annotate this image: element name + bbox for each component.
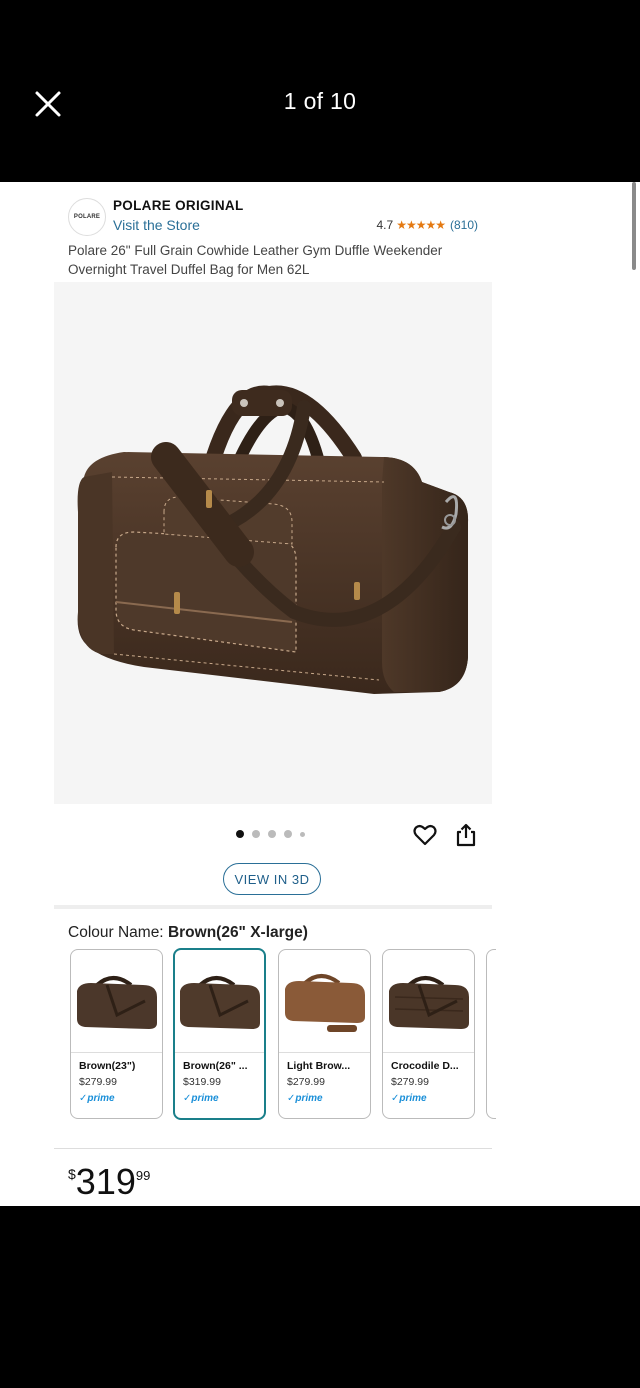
duffel-bag-illustration [77, 385, 469, 694]
prime-badge: ✓prime [79, 1093, 115, 1104]
heart-icon[interactable] [412, 822, 438, 848]
carousel-dot[interactable] [236, 830, 244, 838]
view-in-3d-button[interactable]: VIEW IN 3D [223, 863, 321, 895]
review-count[interactable]: (810) [450, 218, 478, 232]
swatch-thumbnail [279, 950, 370, 1053]
price-whole: 319 [75, 1161, 136, 1202]
rating[interactable]: 4.7 ★★★★★ (810) [377, 218, 479, 232]
colour-option-name: Light Brow... [287, 1060, 351, 1072]
swatch-thumbnail [383, 950, 474, 1053]
brand-name: POLARE ORIGINAL [113, 198, 244, 213]
visit-store-link[interactable]: Visit the Store [113, 217, 200, 233]
price-symbol: $ [68, 1166, 76, 1182]
section-divider [54, 1148, 492, 1149]
rating-value: 4.7 [376, 218, 394, 232]
carousel-dots[interactable] [236, 830, 305, 838]
colour-option[interactable]: Brown(23") $279.99 ✓prime [70, 949, 163, 1119]
colour-name-label: Colour Name: Brown(26" X-large) [68, 924, 308, 941]
selected-colour: Brown(26" X-large) [167, 924, 308, 941]
colour-option-name: Brown(26" ... [183, 1060, 248, 1072]
carousel-dot[interactable] [300, 831, 305, 837]
colour-option[interactable]: Crocodile D... $279.99 ✓prime [382, 949, 475, 1119]
product-screenshot: POLARE POLARE ORIGINAL Visit the Store 4… [0, 182, 640, 1206]
scrollbar[interactable] [632, 182, 636, 270]
carousel-dot[interactable] [252, 830, 260, 838]
colour-option-name: Brown(23") [79, 1060, 136, 1072]
image-counter: 1 of 10 [283, 88, 357, 114]
product-price: $ 319 99 [68, 1162, 150, 1202]
carousel-dot[interactable] [268, 830, 276, 838]
price-fraction: 99 [135, 1168, 151, 1183]
product-image[interactable] [54, 282, 492, 804]
share-icon[interactable] [454, 822, 478, 848]
colour-option-name: Crocodile D... [391, 1060, 459, 1072]
prime-badge: ✓prime [183, 1093, 219, 1104]
product-title: Polare 26" Full Grain Cowhide Leather Gy… [68, 243, 443, 277]
prime-badge: ✓prime [287, 1093, 323, 1104]
swatch-thumbnail [71, 950, 162, 1053]
carousel-dot[interactable] [284, 830, 292, 838]
colour-option-price: $279.99 [391, 1076, 429, 1088]
colour-option-peek[interactable] [486, 949, 496, 1119]
swatch-thumbnail [175, 950, 264, 1053]
star-rating-icon: ★★★★★ [396, 218, 446, 232]
section-divider [54, 905, 492, 909]
viewer-bottom-bar [0, 1206, 640, 1388]
viewer-top-bar: 1 of 10 [0, 0, 640, 182]
prime-badge: ✓prime [391, 1093, 427, 1104]
brand-logo[interactable]: POLARE [68, 198, 106, 236]
colour-option-price: $279.99 [287, 1076, 325, 1088]
colour-option-price: $319.99 [183, 1076, 221, 1088]
colour-option-price: $279.99 [79, 1076, 117, 1088]
colour-option[interactable]: Light Brow... $279.99 ✓prime [278, 949, 371, 1119]
colour-option-selected[interactable]: Brown(26" ... $319.99 ✓prime [173, 948, 266, 1120]
